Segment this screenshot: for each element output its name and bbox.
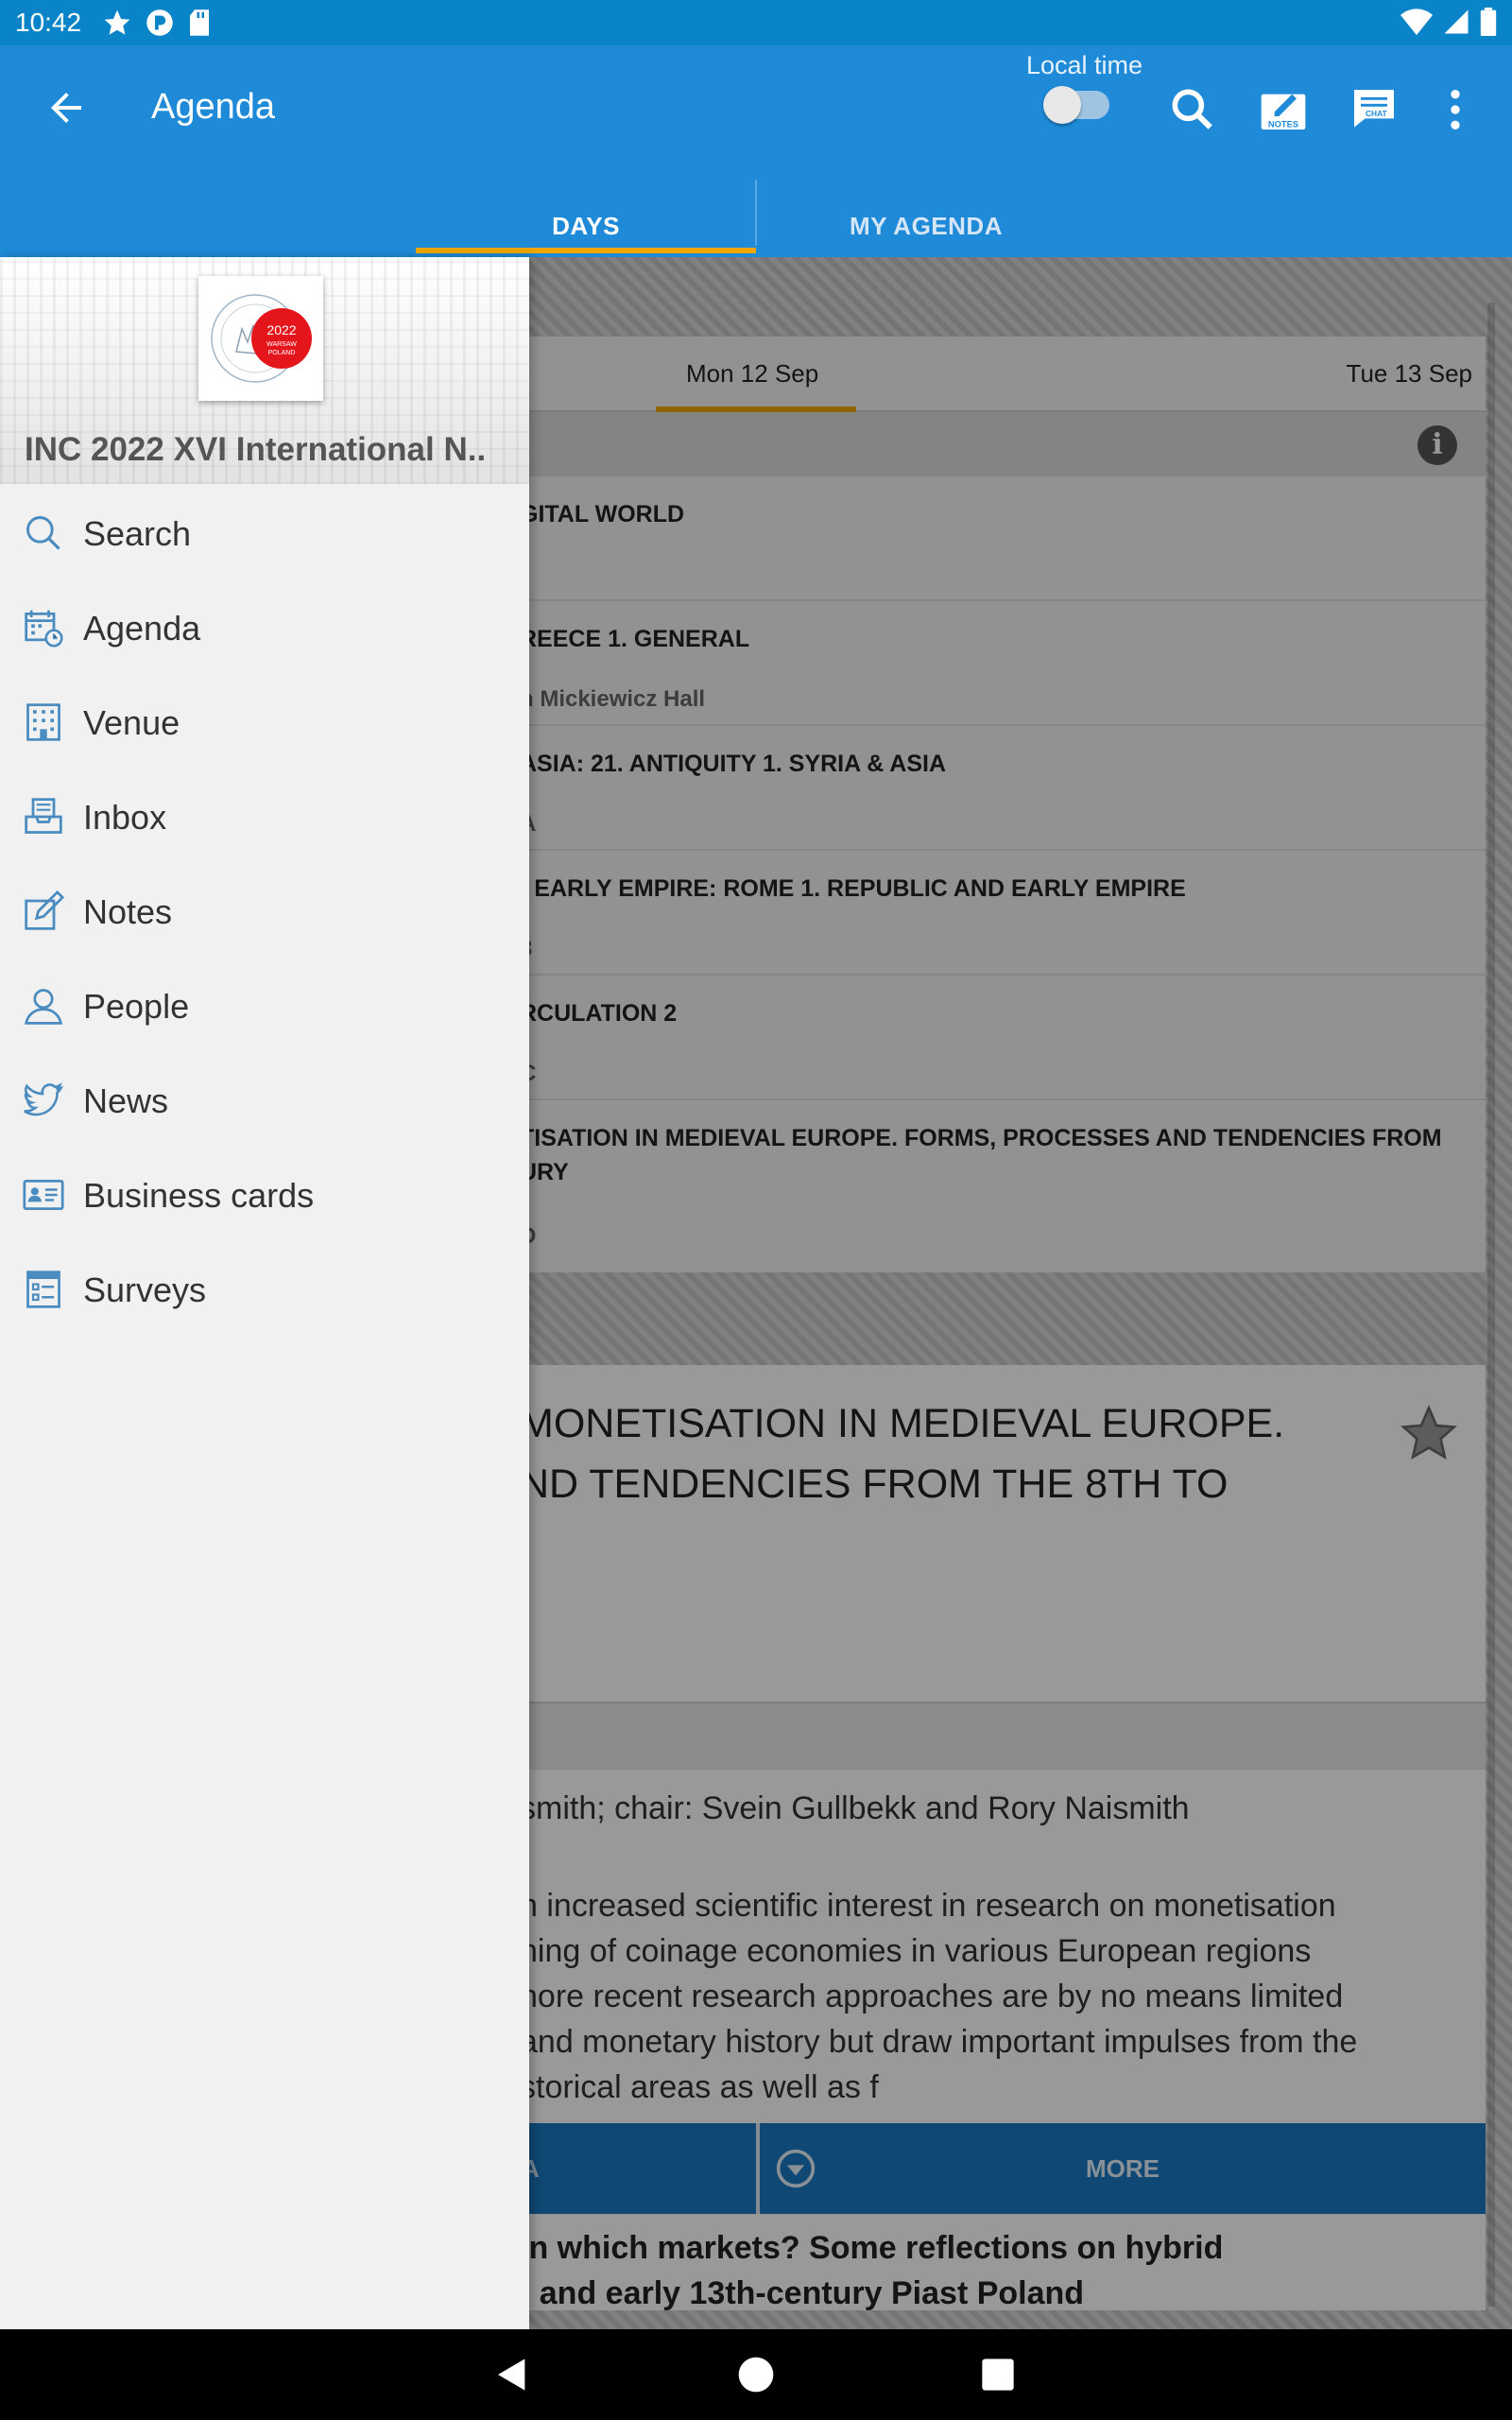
search-icon[interactable]: [1166, 83, 1219, 136]
tab-my-agenda[interactable]: MY AGENDA: [756, 195, 1096, 257]
nav-home-icon[interactable]: [737, 2356, 775, 2394]
wifi-icon: [1400, 9, 1433, 36]
search-icon: [26, 516, 60, 550]
drawer-menu: Search Agenda Venue Inbox Notes People N…: [0, 484, 529, 1335]
event-logo: 2022 WARSAW POLAND: [198, 276, 323, 401]
drawer-item-notes[interactable]: Notes: [0, 862, 529, 957]
twitter-bird-icon: [24, 1082, 64, 1116]
overflow-menu-icon[interactable]: [1429, 83, 1482, 136]
status-time: 10:42: [15, 8, 82, 37]
inbox-icon: [25, 798, 62, 834]
chat-icon-label: CHAT: [1366, 109, 1388, 118]
star-notification-icon: [104, 9, 130, 35]
status-bar: 10:42: [0, 0, 1512, 45]
drawer-item-search[interactable]: Search: [0, 484, 529, 579]
page-title: Agenda: [151, 87, 276, 127]
cell-signal-icon: [1444, 9, 1469, 34]
drawer-item-people[interactable]: People: [0, 957, 529, 1051]
drawer-header: 2022 WARSAW POLAND INC 2022 XVI Internat…: [0, 257, 529, 484]
notes-icon-label: NOTES: [1268, 120, 1298, 130]
drawer-item-surveys[interactable]: Surveys: [0, 1240, 529, 1335]
system-navigation-bar: [0, 2329, 1512, 2420]
drawer-item-business-cards[interactable]: Business cards: [0, 1146, 529, 1240]
scrollbar[interactable]: [1487, 302, 1495, 2307]
notes-icon[interactable]: NOTES: [1257, 83, 1310, 136]
business-card-icon: [23, 1179, 64, 1211]
svg-text:POLAND: POLAND: [268, 350, 296, 356]
person-icon: [24, 989, 63, 1025]
local-time-label: Local time: [1026, 51, 1143, 79]
svg-text:2022: 2022: [266, 322, 296, 337]
event-title: INC 2022 XVI International N..: [25, 431, 487, 468]
chat-icon[interactable]: CHAT: [1348, 83, 1400, 136]
survey-icon: [26, 1270, 60, 1308]
drawer-item-agenda[interactable]: Agenda: [0, 579, 529, 673]
tab-indicator: [416, 248, 756, 253]
drawer-item-venue[interactable]: Venue: [0, 673, 529, 768]
back-arrow-icon[interactable]: [43, 85, 89, 130]
local-time-toggle[interactable]: [1043, 86, 1109, 124]
sd-card-icon: [190, 9, 209, 36]
svg-text:WARSAW: WARSAW: [266, 341, 297, 348]
nav-recents-icon[interactable]: [979, 2356, 1017, 2394]
calendar-icon: [25, 610, 63, 648]
building-icon: [26, 703, 60, 741]
nav-back-icon[interactable]: [493, 2356, 531, 2394]
navigation-drawer: 2022 WARSAW POLAND INC 2022 XVI Internat…: [0, 257, 529, 2329]
tab-divider: [755, 180, 757, 246]
drawer-item-inbox[interactable]: Inbox: [0, 768, 529, 862]
battery-icon: [1480, 8, 1497, 36]
notes-icon: [25, 890, 64, 930]
drawer-item-news[interactable]: News: [0, 1051, 529, 1146]
app-notification-icon: [146, 9, 173, 36]
